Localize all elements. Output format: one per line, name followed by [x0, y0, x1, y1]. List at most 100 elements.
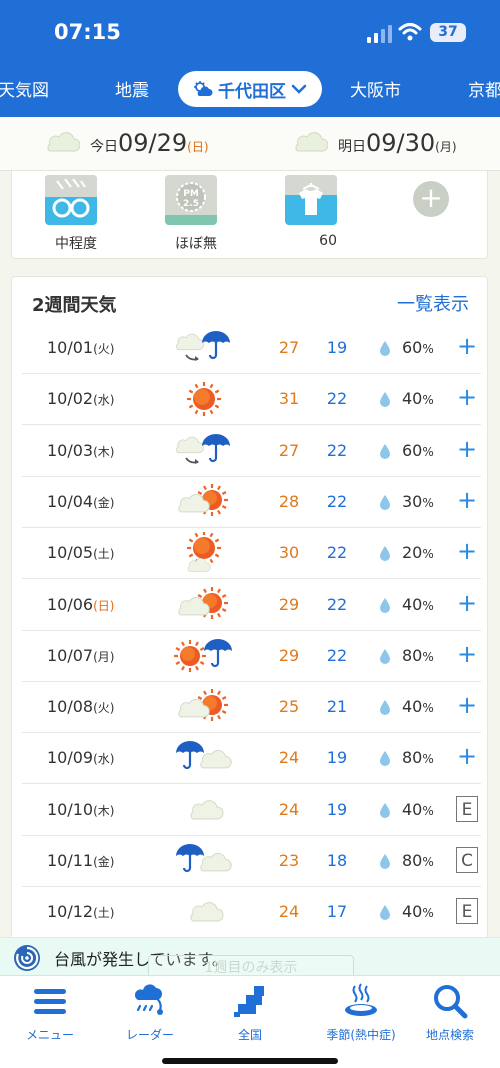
forecast-low-temp: 19: [326, 748, 348, 768]
pollen-index[interactable]: 中程度: [45, 175, 97, 253]
typhoon-banner[interactable]: 台風が発生しています。 1週目のみ表示: [0, 937, 500, 981]
forecast-high-temp: 29: [278, 594, 300, 614]
national-map-icon: [234, 986, 264, 1017]
forecast-high-temp: 23: [278, 851, 300, 870]
expand-day-button[interactable]: +: [455, 332, 479, 362]
typhoon-icon: [14, 945, 40, 971]
precip-unit: %: [422, 495, 434, 510]
forecast-date-value: 10/10: [47, 799, 94, 819]
add-index-button[interactable]: +: [413, 181, 449, 217]
tomorrow-cell[interactable]: 明日 09/30 (月): [292, 127, 457, 157]
menu-icon: [34, 989, 66, 1014]
hot-spring-icon: [345, 983, 377, 1016]
forecast-row[interactable]: 10/03(木) 27 22 60% +: [22, 426, 481, 477]
precip-unit: %: [422, 649, 434, 664]
nav-radar-button[interactable]: レーダー: [105, 982, 195, 1043]
precip-probability: 40%: [402, 389, 434, 408]
precip-probability: 40%: [402, 595, 434, 614]
precip-value: 80: [402, 851, 423, 870]
forecast-high-temp: 24: [278, 799, 300, 819]
reliability-grade-badge: E: [456, 795, 478, 822]
cloud-then-rain-icon: [176, 331, 230, 361]
precip-value: 30: [402, 491, 423, 511]
svg-text:2.5: 2.5: [183, 199, 199, 209]
today-label: 今日: [90, 139, 118, 155]
raindrop-icon: [380, 802, 390, 818]
tab-kyoto[interactable]: 京都: [468, 76, 500, 101]
forecast-row[interactable]: 10/01(火) 27 19 60% +: [22, 323, 481, 374]
chevron-down-icon: [291, 84, 307, 94]
tab-chiyoda-active[interactable]: 千代田区: [178, 71, 322, 107]
forecast-date: 10/07(月): [47, 646, 114, 665]
forecast-high-temp: 31: [278, 389, 300, 409]
precip-unit: %: [422, 906, 434, 921]
forecast-row[interactable]: 10/05(土) 30 22 20% +: [22, 528, 481, 580]
nav-season-button[interactable]: 季節(熱中症): [316, 982, 406, 1043]
forecast-low-temp: 21: [326, 697, 348, 717]
forecast-row[interactable]: 10/04(金) 28 22 30% +: [22, 477, 481, 528]
tomorrow-date: 09/30: [366, 129, 436, 157]
tab-earthquake[interactable]: 地震: [115, 76, 149, 101]
laundry-shirt-icon: [285, 175, 337, 225]
forecast-high-temp: 27: [278, 440, 300, 460]
expand-day-button[interactable]: +: [455, 742, 479, 772]
forecast-date: 10/08(火): [47, 697, 114, 716]
list-view-link[interactable]: 一覧表示: [397, 290, 469, 316]
forecast-high-temp: 30: [278, 543, 300, 563]
forecast-row[interactable]: 10/08(火) 25 21 40% +: [22, 682, 481, 734]
forecast-row[interactable]: 10/09(水) 24 19 80% +: [22, 733, 481, 785]
forecast-low-temp: 17: [326, 902, 348, 922]
sun-cloud-small-icon: [194, 81, 213, 96]
expand-day-button[interactable]: +: [455, 537, 479, 567]
nav-search-button[interactable]: 地点検索: [405, 982, 495, 1043]
forecast-date: 10/09(水): [47, 748, 114, 767]
precip-probability: 80%: [402, 748, 434, 767]
expand-day-button[interactable]: +: [455, 691, 479, 721]
nav-radar-label: レーダー: [125, 1028, 174, 1042]
nav-search-label: 地点検索: [425, 1028, 474, 1042]
cloud-icon: [47, 132, 80, 152]
search-icon: [434, 985, 468, 1019]
forecast-weekday: (日): [93, 598, 115, 613]
raindrop-icon: [380, 700, 390, 716]
laundry-caption: 60: [319, 233, 337, 249]
location-tabs: 天気図 地震 千代田区 大阪市 京都: [0, 62, 500, 117]
forecast-row[interactable]: 10/02(水) 31 22 40% +: [22, 374, 481, 426]
raindrop-icon: [380, 905, 390, 921]
expand-day-button[interactable]: +: [455, 589, 479, 619]
forecast-date-value: 10/06: [47, 594, 94, 614]
forecast-weekday: (水): [93, 752, 115, 767]
cloud-sun-icon: [178, 483, 228, 516]
today-cell[interactable]: 今日 09/29 (日): [44, 127, 209, 157]
two-week-forecast-card: 2週間天気 一覧表示 10/01(火) 27 19 60% +10/02(水) 31 22 4…: [11, 276, 488, 956]
laundry-index[interactable]: 60: [285, 175, 337, 249]
expand-day-button[interactable]: +: [455, 383, 479, 413]
nav-national-button[interactable]: 全国: [205, 982, 295, 1043]
forecast-date-value: 10/07: [47, 645, 94, 665]
expand-day-button[interactable]: +: [455, 435, 479, 465]
precip-unit: %: [422, 855, 434, 869]
svg-text:PM: PM: [183, 189, 199, 199]
pm25-caption: ほぼ無: [175, 236, 217, 252]
tab-weather-map[interactable]: 天気図: [0, 76, 49, 101]
rain-cloud-icon: [176, 844, 232, 873]
forecast-row[interactable]: 10/07(月) 29 22 80% +: [22, 631, 481, 682]
forecast-date: 10/05(土): [47, 543, 114, 562]
cloud-icon: [190, 902, 224, 922]
two-week-title: 2週間天気: [32, 295, 117, 316]
forecast-row[interactable]: 10/10(木) 24 19 40% E: [22, 785, 481, 836]
cloud-sun-icon: [178, 586, 228, 619]
expand-day-button[interactable]: +: [455, 640, 479, 670]
forecast-row[interactable]: 10/12(土) 24 17 40% E: [22, 887, 481, 939]
nav-menu-button[interactable]: メニュー: [5, 982, 95, 1043]
tab-osaka[interactable]: 大阪市: [350, 76, 401, 101]
expand-day-button[interactable]: +: [455, 486, 479, 516]
forecast-row[interactable]: 10/06(日) 29 22 40% +: [22, 580, 481, 631]
date-bar: 今日 09/29 (日) 明日 09/30 (月): [0, 117, 500, 171]
forecast-row[interactable]: 10/11(金) 23 18 80% C: [22, 836, 481, 887]
precip-unit: %: [422, 547, 434, 562]
precip-probability: 40%: [402, 902, 434, 921]
pm25-index[interactable]: PM 2.5 ほぼ無: [165, 175, 217, 253]
raindrop-icon: [380, 443, 390, 459]
forecast-date: 10/11(金): [47, 851, 114, 870]
